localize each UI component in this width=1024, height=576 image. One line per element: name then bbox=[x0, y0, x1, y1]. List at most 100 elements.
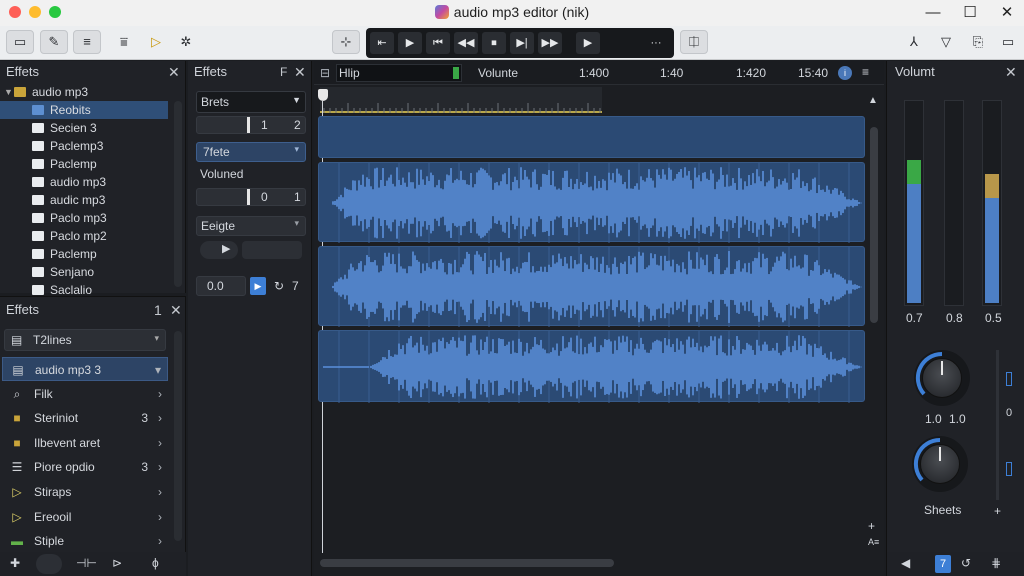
folder-icon bbox=[32, 177, 44, 187]
close-icon[interactable]: ✕ bbox=[170, 299, 182, 321]
info-icon[interactable]: i bbox=[838, 66, 852, 80]
tree-item[interactable]: audio mp3 bbox=[0, 173, 168, 191]
minimize-icon[interactable]: — bbox=[918, 2, 948, 24]
rewind-icon[interactable]: ⇤ bbox=[370, 32, 394, 54]
value-field[interactable]: 0.0 bbox=[196, 276, 246, 296]
filter-icon[interactable]: ⩸ bbox=[110, 30, 138, 54]
effects-list-item[interactable]: ■ Steriniot 3 › bbox=[2, 406, 168, 430]
split-tool-icon[interactable]: ⅄ bbox=[900, 30, 928, 54]
step-back-icon[interactable]: ◀◀ bbox=[454, 32, 478, 54]
window-icon[interactable]: ▭ bbox=[994, 30, 1022, 54]
waveform-1 bbox=[332, 163, 862, 243]
fast-forward-icon[interactable]: ▶▶ bbox=[538, 32, 562, 54]
playhead-handle[interactable] bbox=[318, 89, 328, 101]
snap-icon[interactable]: ⎅ bbox=[680, 30, 708, 54]
pan-knob[interactable] bbox=[912, 436, 968, 492]
play-small-button[interactable]: ▶ bbox=[250, 277, 266, 295]
effects-list-item[interactable]: ⌕ Filk › bbox=[2, 382, 168, 406]
pin-icon[interactable]: F bbox=[280, 61, 287, 83]
more-icon[interactable]: ··· bbox=[644, 32, 668, 54]
down-triangle-icon[interactable]: ▽ bbox=[932, 30, 960, 54]
send-icon[interactable]: ◀ bbox=[901, 556, 910, 570]
loop-icon[interactable]: ↺ bbox=[961, 556, 971, 570]
effects-list-item[interactable]: ▷ Stiraps › bbox=[2, 480, 168, 504]
skip-back-icon[interactable]: ⏮ bbox=[426, 32, 450, 54]
close-icon[interactable]: ✕ bbox=[294, 61, 306, 83]
tree-item[interactable]: Senjano bbox=[0, 263, 168, 281]
output-slider-handle-2[interactable] bbox=[1006, 462, 1012, 476]
effects-list-item[interactable]: ■ Ilbevent aret › bbox=[2, 431, 168, 455]
tree-item[interactable]: Paclemp bbox=[0, 245, 168, 263]
file-icon: ▤ bbox=[12, 363, 24, 377]
record-icon[interactable] bbox=[36, 554, 62, 574]
effects-header-field[interactable]: ▤ T2lines ▾ bbox=[4, 329, 166, 351]
effects-item-count: 3 bbox=[141, 460, 148, 475]
track-1[interactable] bbox=[318, 162, 865, 243]
tree-item[interactable]: Paclo mp2 bbox=[0, 227, 168, 245]
eq-dropdown[interactable]: Eeigte ▾ bbox=[196, 216, 306, 236]
slider-2[interactable]: 0 1 bbox=[196, 188, 306, 206]
track-2[interactable] bbox=[318, 246, 865, 327]
split-icon[interactable]: ⊹ bbox=[332, 30, 360, 54]
effects-list-item[interactable]: ▤ audio mp3 3 ▾ bbox=[2, 357, 168, 381]
play-outline-icon[interactable]: ⊳ bbox=[112, 556, 122, 570]
horizontal-scrollbar[interactable] bbox=[320, 559, 614, 567]
add-icon[interactable]: + bbox=[994, 504, 1001, 518]
stop-icon[interactable]: ⏹ bbox=[482, 32, 506, 54]
effects-list-item[interactable]: ▷ Ereooil › bbox=[2, 505, 168, 529]
vertical-scrollbar[interactable] bbox=[870, 127, 878, 323]
maximize-icon[interactable]: ☐ bbox=[955, 2, 985, 24]
output-slider-handle[interactable] bbox=[1006, 372, 1012, 386]
track-3[interactable] bbox=[318, 330, 865, 403]
tree-root[interactable]: ▼ audio mp3 bbox=[0, 83, 168, 101]
output-slider-track[interactable] bbox=[996, 350, 999, 500]
slider-handle[interactable] bbox=[247, 189, 250, 205]
mode-7-button[interactable]: 7 bbox=[935, 555, 951, 573]
audio-icon[interactable]: ϕ bbox=[152, 556, 159, 570]
effects-list-item[interactable]: ☰ Piore opdio 3 › bbox=[2, 455, 168, 479]
play-marker-icon[interactable]: ▷ bbox=[142, 30, 170, 54]
list-icon[interactable]: ≡ bbox=[73, 30, 101, 54]
zoom-in-icon[interactable]: + bbox=[868, 519, 875, 533]
brush-icon[interactable]: ✎ bbox=[40, 30, 68, 54]
chevron-down-icon: ▾ bbox=[154, 363, 161, 377]
marker-icon[interactable]: ⊣⊢ bbox=[76, 556, 97, 570]
timeline-ruler[interactable] bbox=[320, 87, 602, 113]
scrollbar[interactable] bbox=[174, 331, 182, 541]
tree-item[interactable]: Reobits bbox=[0, 101, 168, 119]
tree-item[interactable]: audic mp3 bbox=[0, 191, 168, 209]
bottom-right-toolbar: ◀ 7 ↺ ⋕ bbox=[886, 552, 1024, 576]
close-icon[interactable]: ✕ bbox=[1005, 61, 1017, 83]
close-icon[interactable]: ✕ bbox=[992, 2, 1022, 24]
close-icon[interactable]: ✕ bbox=[168, 61, 180, 83]
open-folder-icon[interactable]: ▭ bbox=[6, 30, 34, 54]
selected-effect[interactable]: 7fete ▾ bbox=[196, 142, 306, 162]
menu-icon[interactable]: ≡ bbox=[862, 65, 869, 79]
folder-icon: ■ bbox=[13, 411, 21, 426]
gear-icon[interactable]: ✲ bbox=[172, 30, 200, 54]
timeline-header: ⊟ Hlip Volunte 1:400 1:40 1:420 15:40 i … bbox=[314, 61, 884, 85]
toggle-switch[interactable]: ▶ bbox=[200, 241, 238, 259]
tree-item[interactable]: Secien 3 bbox=[0, 119, 168, 137]
scroll-up-icon[interactable]: ▲ bbox=[868, 95, 878, 106]
clipboard-icon[interactable]: ⎘ bbox=[964, 30, 992, 54]
effects-list-item[interactable]: ▬ Stiple › bbox=[2, 529, 168, 553]
tree-item[interactable]: Paclo mp3 bbox=[0, 209, 168, 227]
track-0[interactable] bbox=[318, 116, 865, 158]
play-icon[interactable]: ▶ bbox=[398, 32, 422, 54]
eq-bypass[interactable] bbox=[242, 241, 302, 259]
slider-1[interactable]: 1 2 bbox=[196, 116, 306, 134]
grid-icon[interactable]: ⋕ bbox=[991, 556, 1001, 570]
timeline-search-input[interactable]: Hlip bbox=[336, 64, 462, 82]
tree-item[interactable]: Paclemp bbox=[0, 155, 168, 173]
add-icon[interactable]: ✚ bbox=[10, 556, 20, 570]
tree-item[interactable]: Paclemp3 bbox=[0, 137, 168, 155]
tree-item-label: Reobits bbox=[50, 103, 91, 117]
loop-icon[interactable]: ↻ bbox=[274, 279, 284, 293]
scrollbar[interactable] bbox=[174, 101, 182, 287]
step-forward-icon[interactable]: ▶| bbox=[510, 32, 534, 54]
play-secondary-icon[interactable]: ▶ bbox=[576, 32, 600, 54]
gain-knob[interactable] bbox=[914, 350, 970, 406]
preset-dropdown[interactable]: Brets ▼ bbox=[196, 91, 306, 113]
slider-handle[interactable] bbox=[247, 117, 250, 133]
